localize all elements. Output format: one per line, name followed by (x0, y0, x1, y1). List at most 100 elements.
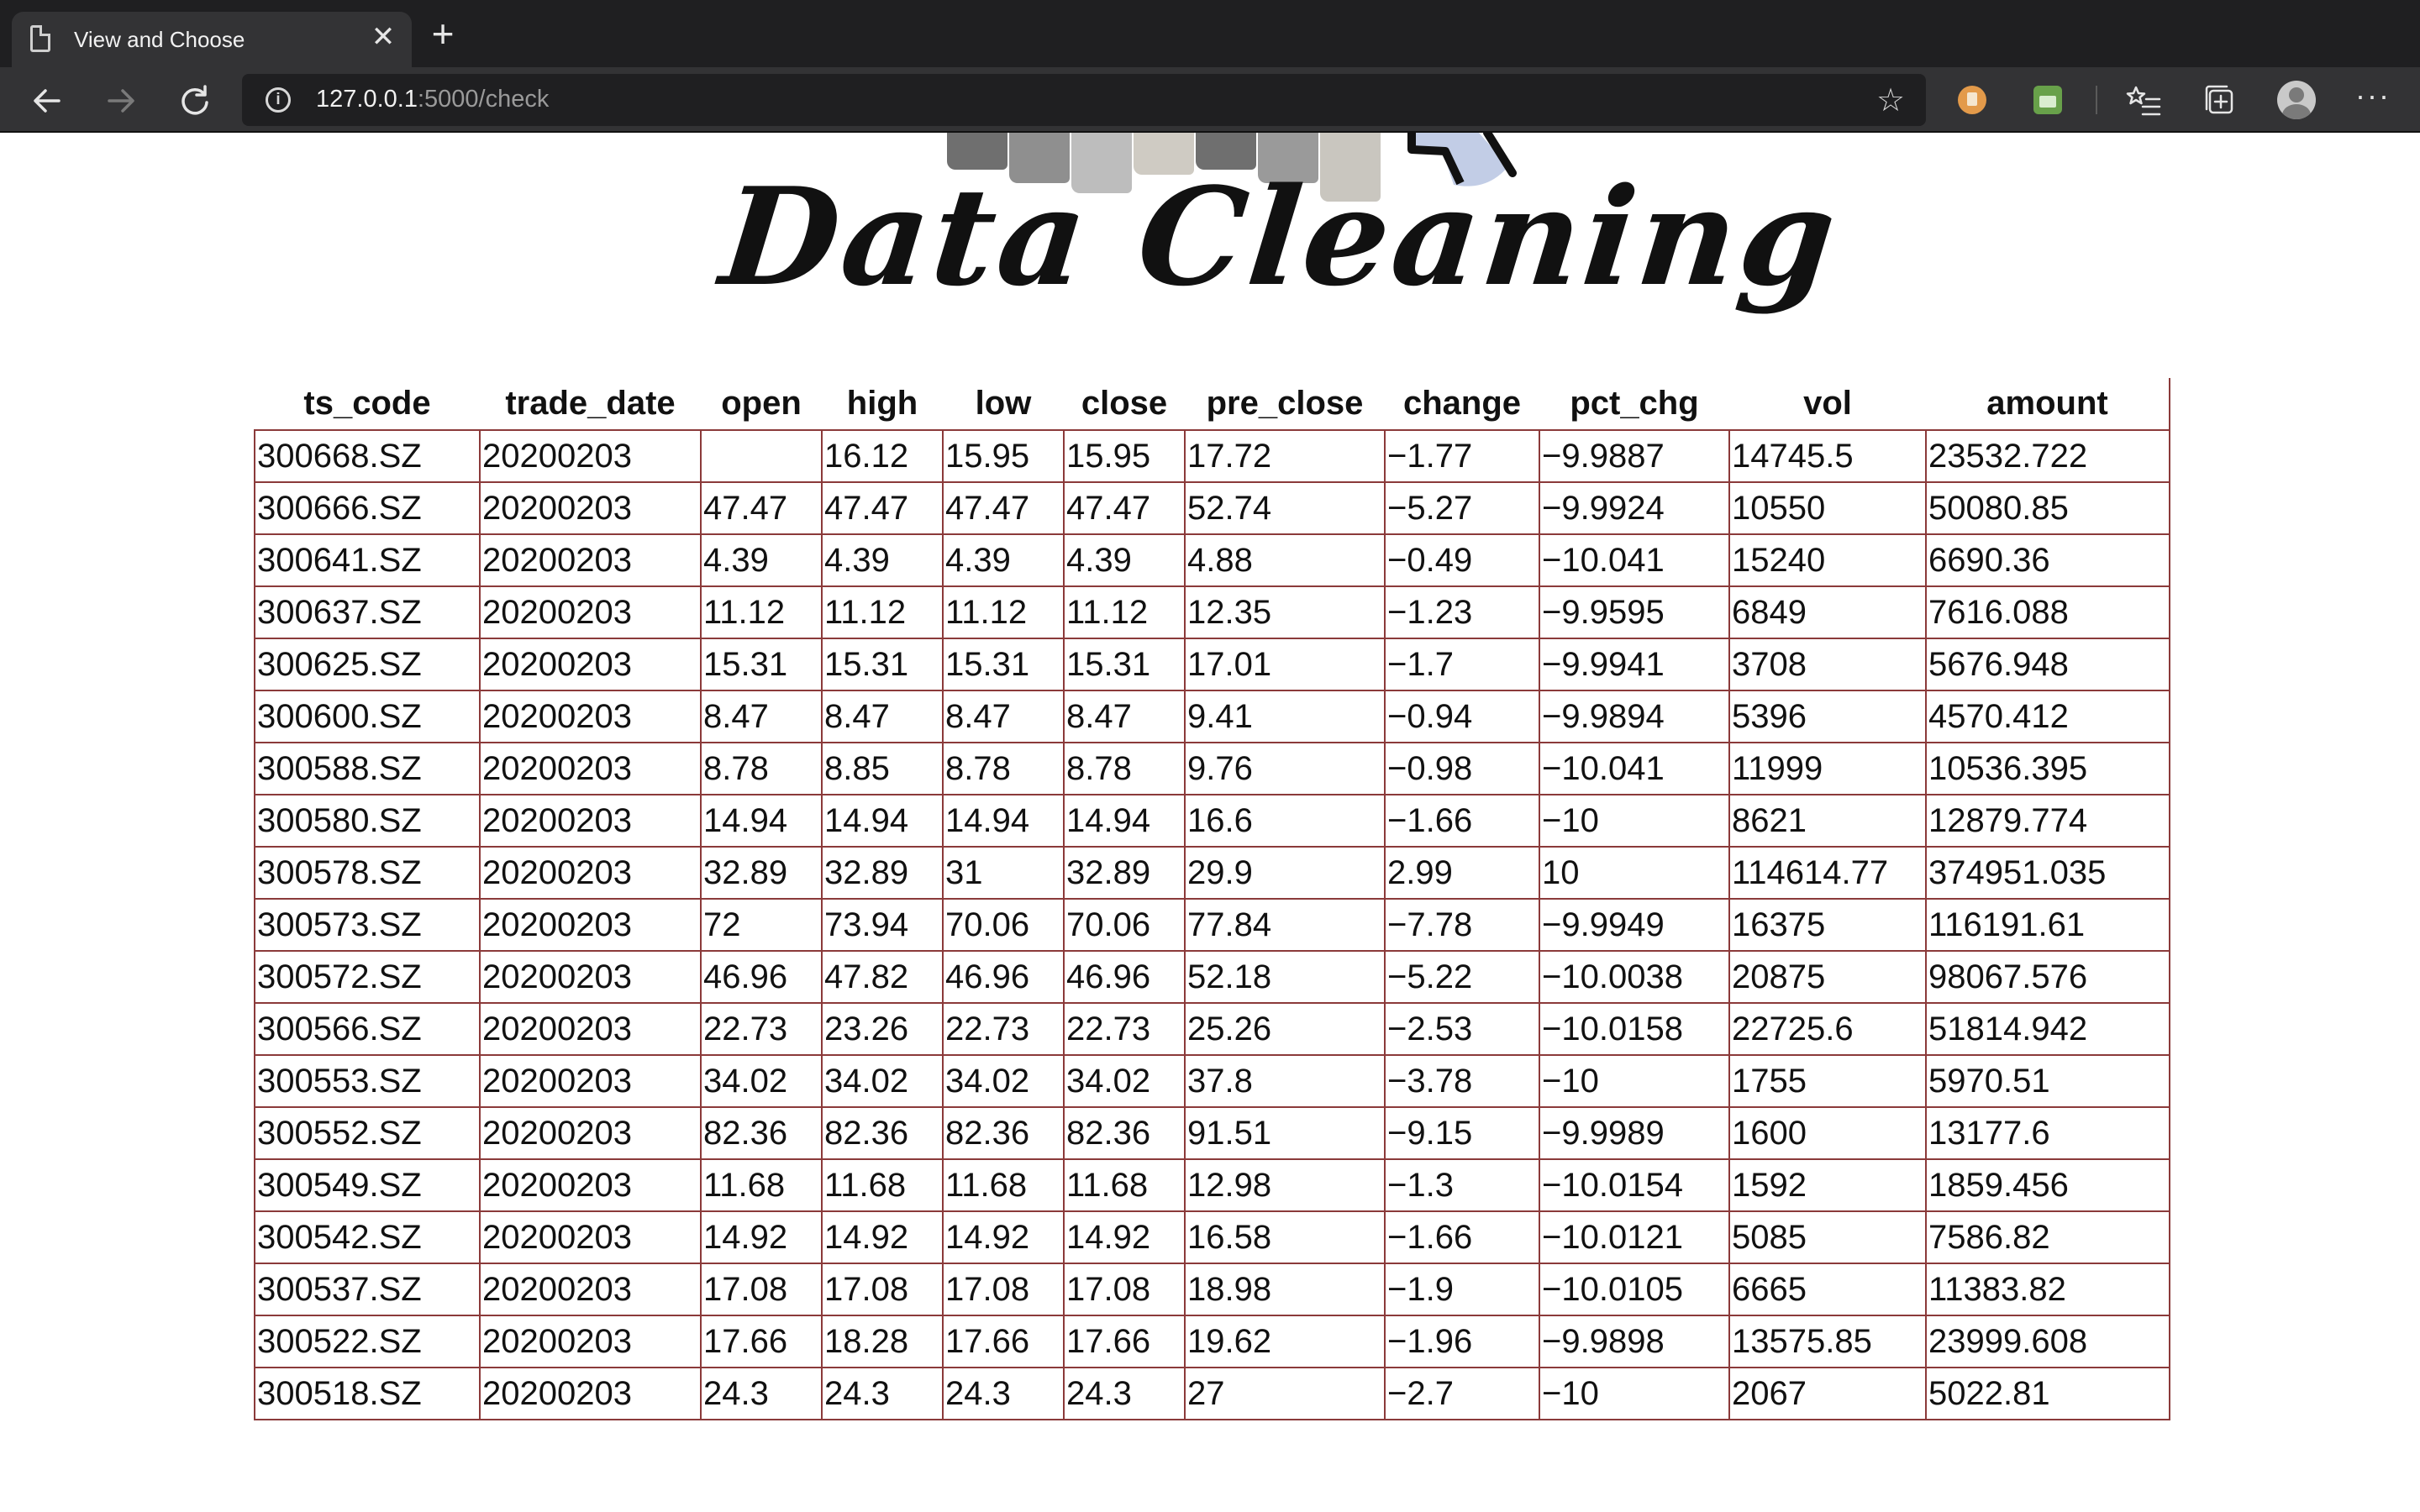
table-cell-pct-chg: −9.9595 (1539, 585, 1730, 639)
collections-glyph-icon (2205, 85, 2233, 114)
table-cell-pre-close: 4.88 (1184, 533, 1386, 587)
table-row: 300641.SZ 20200203 4.39 4.39 4.39 4.39 4.88 −0.… (254, 533, 2170, 587)
site-info-icon[interactable]: i (266, 87, 291, 113)
address-bar[interactable]: i 127.0.0.1:5000/check ☆ (242, 74, 1926, 126)
table-cell-vol: 22725.6 (1728, 1002, 1927, 1056)
table-cell-trade-date: 20200203 (479, 794, 702, 848)
table-cell-open: 17.66 (700, 1315, 823, 1368)
table-cell-trade-date: 20200203 (479, 1210, 702, 1264)
table-cell-pct-chg: −10.0105 (1539, 1263, 1730, 1316)
table-cell-ts-code: 300553.SZ (254, 1054, 481, 1108)
table-cell-open: 82.36 (700, 1106, 823, 1160)
table-cell-change: −1.3 (1384, 1158, 1540, 1212)
table-cell-high: 8.85 (821, 742, 944, 795)
table-cell-amount: 116191.61 (1925, 898, 2170, 952)
profile-avatar-icon[interactable] (2277, 81, 2316, 119)
more-options-icon[interactable]: ··· (2353, 79, 2393, 119)
table-cell-pct-chg: −9.9894 (1539, 690, 1730, 743)
table-row: 300522.SZ 20200203 17.66 18.28 17.66 17.66 19.… (254, 1315, 2170, 1368)
table-cell-open (700, 429, 823, 483)
table-cell-pct-chg: −9.9887 (1539, 429, 1730, 483)
table-cell-ts-code: 300600.SZ (254, 690, 481, 743)
table-cell-high: 24.3 (821, 1367, 944, 1420)
table-cell-amount: 51814.942 (1925, 1002, 2170, 1056)
table-cell-high: 14.92 (821, 1210, 944, 1264)
table-cell-high: 16.12 (821, 429, 944, 483)
table-row: 300588.SZ 20200203 8.78 8.85 8.78 8.78 9.76 −0.… (254, 742, 2170, 795)
table-cell-trade-date: 20200203 (479, 846, 702, 900)
table-cell-pct-chg: −10.0038 (1539, 950, 1730, 1004)
table-cell-close: 4.39 (1063, 533, 1186, 587)
table-cell-high: 18.28 (821, 1315, 944, 1368)
table-cell-vol: 14745.5 (1728, 429, 1927, 483)
table-cell-pre-close: 91.51 (1184, 1106, 1386, 1160)
reload-button[interactable] (173, 79, 217, 123)
table-cell-vol: 6665 (1728, 1263, 1927, 1316)
table-cell-pct-chg: −9.9941 (1539, 638, 1730, 691)
browser-tab[interactable]: View and Choose ✕ (12, 12, 412, 67)
table-row: 300537.SZ 20200203 17.08 17.08 17.08 17.08 18.… (254, 1263, 2170, 1316)
table-cell-change: −1.77 (1384, 429, 1540, 483)
table-row: 300566.SZ 20200203 22.73 23.26 22.73 22.73 25.… (254, 1002, 2170, 1056)
table-cell-amount: 1859.456 (1925, 1158, 2170, 1212)
table-cell-pct-chg: 10 (1539, 846, 1730, 900)
table-row: 300518.SZ 20200203 24.3 24.3 24.3 24.3 27 −2.7−… (254, 1367, 2170, 1420)
table-cell-ts-code: 300518.SZ (254, 1367, 481, 1420)
table-cell-vol: 13575.85 (1728, 1315, 1927, 1368)
table-cell-pre-close: 9.41 (1184, 690, 1386, 743)
table-cell-low: 11.12 (942, 585, 1065, 639)
table-cell-vol: 5396 (1728, 690, 1927, 743)
table-cell-pct-chg: −10 (1539, 1367, 1730, 1420)
collections-icon[interactable] (2200, 81, 2240, 121)
table-cell-close: 11.12 (1063, 585, 1186, 639)
table-cell-vol: 1592 (1728, 1158, 1927, 1212)
table-cell-close: 11.68 (1063, 1158, 1186, 1212)
table-cell-amount: 23999.608 (1925, 1315, 2170, 1368)
forward-arrow-icon (108, 89, 134, 113)
table-cell-open: 32.89 (700, 846, 823, 900)
table-cell-ts-code: 300637.SZ (254, 585, 481, 639)
table-cell-ts-code: 300578.SZ (254, 846, 481, 900)
table-cell-amount: 13177.6 (1925, 1106, 2170, 1160)
table-cell-amount: 12879.774 (1925, 794, 2170, 848)
table-cell-pre-close: 52.74 (1184, 481, 1386, 535)
extension-orange-icon[interactable] (1958, 86, 1986, 114)
close-tab-icon[interactable]: ✕ (366, 20, 400, 54)
table-cell-close: 15.31 (1063, 638, 1186, 691)
table-cell-pre-close: 17.72 (1184, 429, 1386, 483)
table-cell-change: −1.9 (1384, 1263, 1540, 1316)
url-text[interactable]: 127.0.0.1:5000/check (316, 86, 549, 113)
table-cell-pct-chg: −9.9949 (1539, 898, 1730, 952)
table-cell-low: 17.08 (942, 1263, 1065, 1316)
toolbar-divider (2096, 86, 2097, 114)
table-row: 300552.SZ 20200203 82.36 82.36 82.36 82.36 91.… (254, 1106, 2170, 1160)
forward-button[interactable] (99, 79, 143, 123)
table-cell-pre-close: 17.01 (1184, 638, 1386, 691)
extension-green-icon[interactable] (2033, 86, 2062, 114)
table-cell-amount: 5676.948 (1925, 638, 2170, 691)
favorite-star-icon[interactable]: ☆ (1872, 82, 1909, 119)
table-row: 300625.SZ 20200203 15.31 15.31 15.31 15.31 17.… (254, 638, 2170, 691)
table-cell-close: 82.36 (1063, 1106, 1186, 1160)
table-cell-high: 15.31 (821, 638, 944, 691)
new-tab-button[interactable]: + (424, 14, 462, 54)
table-cell-ts-code: 300542.SZ (254, 1210, 481, 1264)
table-cell-low: 11.68 (942, 1158, 1065, 1212)
column-header-pre-close: pre_close (1206, 385, 1364, 422)
table-cell-high: 11.12 (821, 585, 944, 639)
table-row: 300549.SZ 20200203 11.68 11.68 11.68 11.68 12.… (254, 1158, 2170, 1212)
table-cell-low: 8.78 (942, 742, 1065, 795)
back-button[interactable] (25, 79, 69, 123)
table-cell-vol: 11999 (1728, 742, 1927, 795)
table-cell-low: 24.3 (942, 1367, 1065, 1420)
table-cell-low: 15.31 (942, 638, 1065, 691)
table-cell-pre-close: 9.76 (1184, 742, 1386, 795)
table-cell-trade-date: 20200203 (479, 638, 702, 691)
table-row: 300578.SZ 20200203 32.89 32.89 31 32.89 29.9 2.… (254, 846, 2170, 900)
table-cell-vol: 114614.77 (1728, 846, 1927, 900)
table-cell-pre-close: 16.6 (1184, 794, 1386, 848)
table-cell-high: 82.36 (821, 1106, 944, 1160)
table-row: 300637.SZ 20200203 11.12 11.12 11.12 11.12 12.… (254, 585, 2170, 639)
favorites-list-icon[interactable] (2124, 81, 2165, 121)
table-cell-pre-close: 27 (1184, 1367, 1386, 1420)
